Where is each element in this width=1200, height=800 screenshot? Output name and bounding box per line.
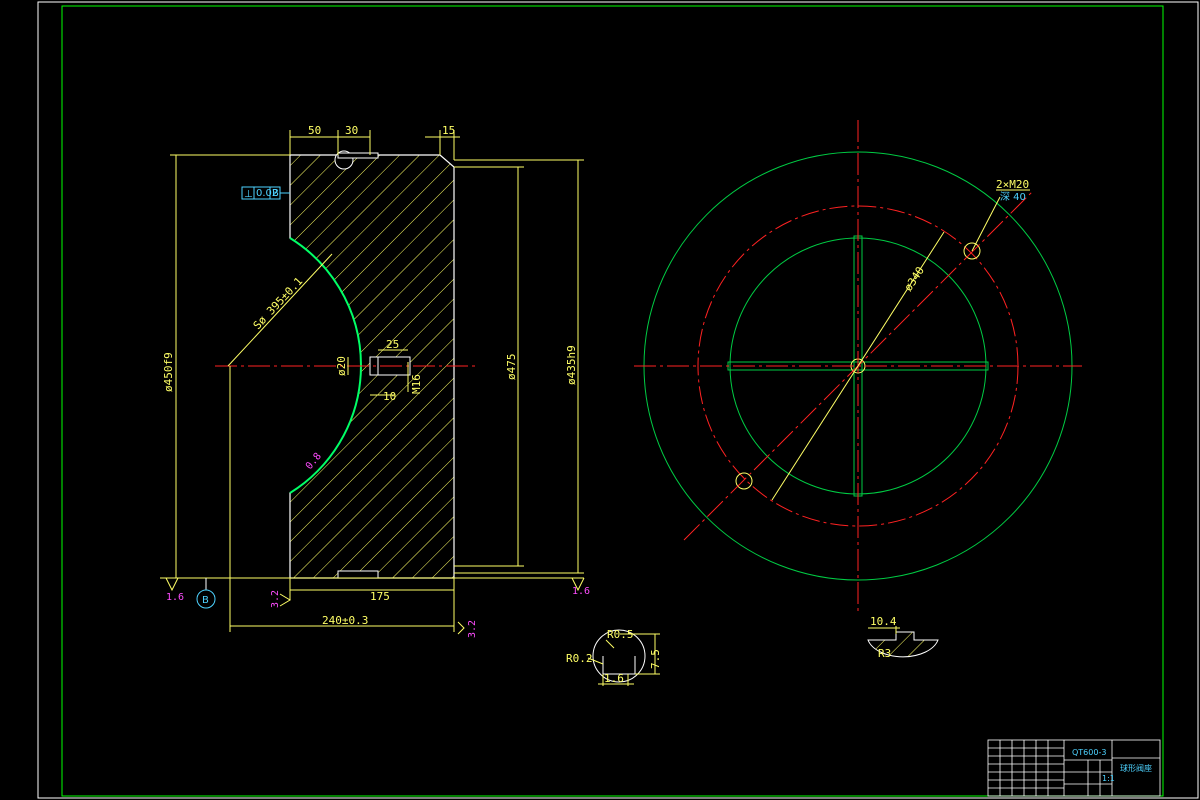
dim-240: 240±0.3 <box>322 614 368 627</box>
svg-text:B: B <box>272 188 279 199</box>
hole-callout-size: 2×M20 <box>996 178 1029 191</box>
dim-pcd: ø340 <box>902 264 927 293</box>
title-part-name: 球形阀座 <box>1120 763 1152 773</box>
title-scale: 1:1 <box>1102 774 1115 783</box>
detail-groove-height: 7.5 <box>649 649 662 669</box>
dim-25: 25 <box>386 338 399 351</box>
dim-50: 50 <box>308 124 321 137</box>
detail-groove-width: 1.6 <box>604 672 624 685</box>
dim-15: 15 <box>442 124 455 137</box>
detail-groove-r-side: R0.2 <box>566 652 593 665</box>
svg-text:⊥: ⊥ <box>244 189 253 200</box>
detail-key-radius: R3 <box>878 647 891 660</box>
roughness-left: 1.6 <box>166 592 184 603</box>
detail-key-width: 10.4 <box>870 615 897 628</box>
dim-dia-435: ø435h9 <box>565 345 578 385</box>
dim-175: 175 <box>370 590 390 603</box>
detail-groove: R0.5 R0.2 7.5 1.6 <box>566 628 662 686</box>
datum-b-label: B <box>202 595 209 606</box>
hole-callout-depth: 深 40 <box>1000 191 1026 203</box>
dim-sphere-radius: Sø 395±0.1 <box>251 275 306 332</box>
roughness-end: 3.2 <box>467 620 478 638</box>
roughness-right: 1.6 <box>572 586 590 597</box>
tolerance-frame: ⊥ 0.02 B <box>241 186 290 200</box>
dim-dia-20: ø20 <box>335 356 348 376</box>
dim-30: 30 <box>345 124 358 137</box>
dim-dia-475: ø475 <box>505 354 518 381</box>
bottom-groove <box>337 570 379 579</box>
cad-drawing: 50 30 15 ø450f9 ø475 ø435h9 Sø 395±0.1 ø… <box>37 1 1199 799</box>
bolt-hole-bottom <box>735 472 753 490</box>
detail-groove-r-top: R0.5 <box>607 628 634 641</box>
dim-dia-450: ø450f9 <box>162 352 175 392</box>
title-drawing-no: QT600-3 <box>1072 748 1106 757</box>
roughness-face: 3.2 <box>270 590 281 608</box>
section-view: 50 30 15 ø450f9 ø475 ø435h9 Sø 395±0.1 ø… <box>160 124 590 638</box>
dim-10: 10 <box>383 390 396 403</box>
detail-key: 10.4 R3 <box>867 615 939 660</box>
dim-m16: M16 <box>410 374 423 394</box>
plan-view: ø340 2×M20 深 40 <box>634 120 1082 612</box>
